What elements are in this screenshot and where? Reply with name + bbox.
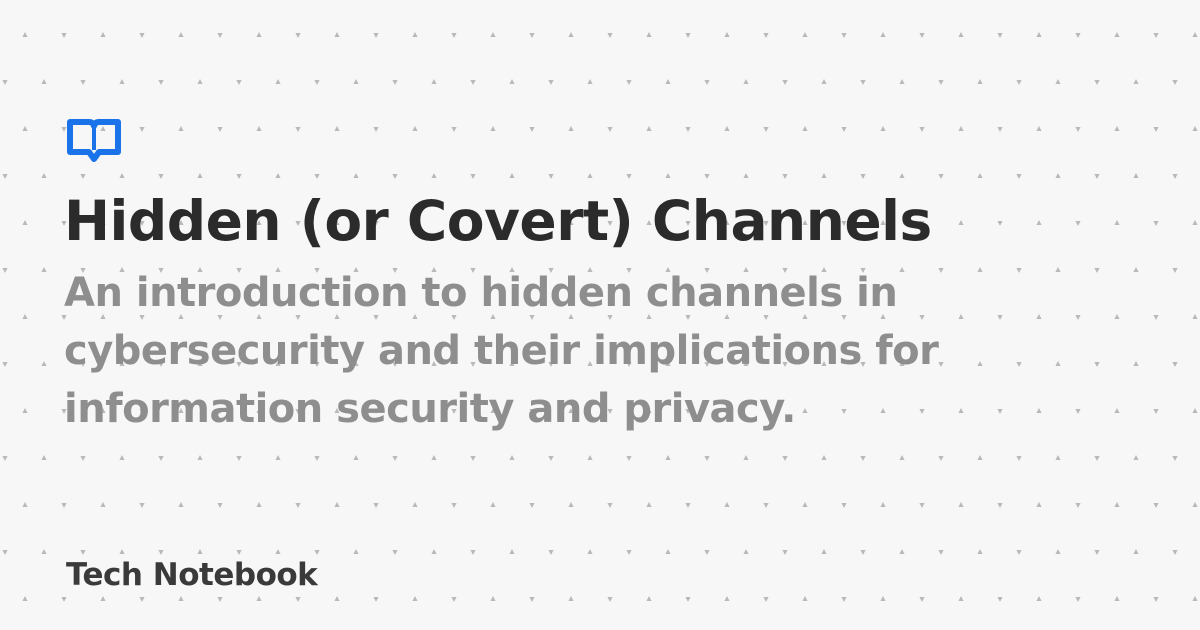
page-subtitle: An introduction to hidden channels in cy… [64,270,939,432]
site-name: Tech Notebook [66,557,318,593]
book-icon [67,119,121,162]
page-title: Hidden (or Covert) Channels [64,189,932,253]
